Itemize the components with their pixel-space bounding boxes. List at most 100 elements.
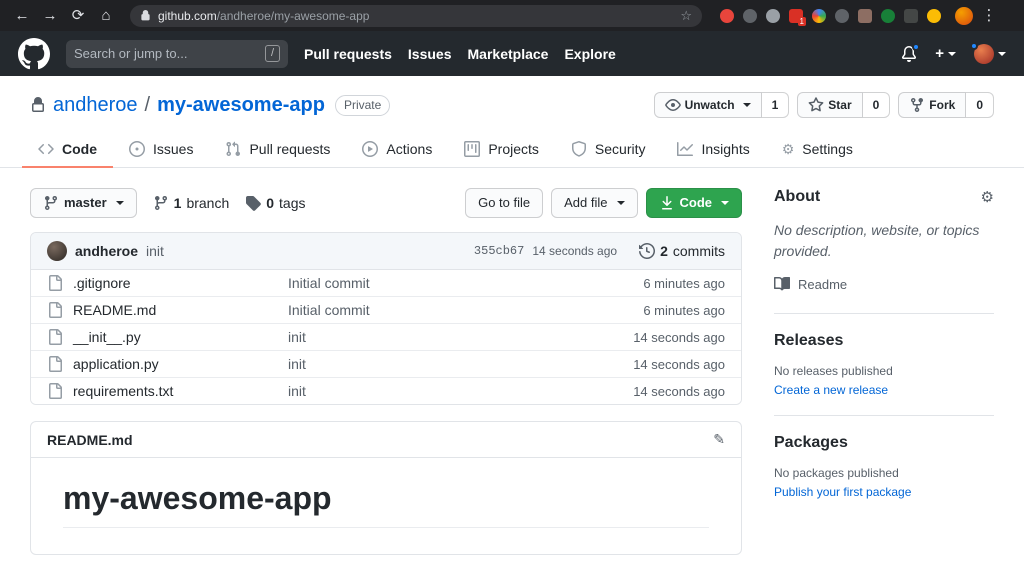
extensions-area: 1 — [720, 8, 941, 26]
code-download-button[interactable]: Code — [645, 188, 742, 218]
bookmark-star-icon[interactable]: ☆ — [680, 8, 692, 24]
file-commit-message[interactable]: init — [288, 329, 623, 345]
branch-selector-button[interactable]: master — [30, 188, 137, 218]
file-icon — [47, 329, 63, 345]
table-row[interactable]: __init__.py init 14 seconds ago — [31, 324, 741, 351]
home-icon[interactable]: ⌂ — [94, 4, 118, 28]
file-name-link[interactable]: .gitignore — [73, 275, 278, 291]
about-settings-gear-icon[interactable]: ⚙ — [981, 188, 994, 206]
branches-link[interactable]: 1 branch — [153, 195, 229, 211]
forward-icon[interactable]: → — [38, 4, 62, 28]
extension-icon[interactable] — [858, 8, 872, 23]
file-icon — [47, 383, 63, 399]
notifications-bell-icon[interactable] — [901, 42, 921, 62]
create-release-link[interactable]: Create a new release — [774, 383, 888, 397]
reload-icon[interactable]: ⟳ — [66, 4, 90, 28]
file-age: 14 seconds ago — [633, 383, 725, 399]
commit-sha-link[interactable]: 355cb67 — [474, 244, 524, 258]
extension-icon[interactable] — [743, 8, 757, 23]
readme-heading: my-awesome-app — [63, 480, 709, 528]
search-box[interactable]: / — [66, 39, 288, 68]
nav-issues[interactable]: Issues — [408, 46, 452, 62]
tab-security-label: Security — [594, 141, 646, 157]
back-icon[interactable]: ← — [10, 4, 34, 28]
code-button-label: Code — [679, 195, 713, 210]
table-row[interactable]: .gitignore Initial commit 6 minutes ago — [31, 270, 741, 297]
extension-icon[interactable] — [812, 8, 826, 23]
commits-history-link[interactable]: 2 commits — [639, 243, 725, 259]
go-to-file-button[interactable]: Go to file — [465, 188, 544, 218]
file-commit-message[interactable]: Initial commit — [288, 302, 633, 318]
latest-commit-bar: andheroe init 355cb67 14 seconds ago 2 c… — [31, 233, 741, 270]
extension-icon[interactable] — [766, 8, 780, 23]
repo-owner-link[interactable]: andheroe — [53, 94, 138, 117]
publish-package-link[interactable]: Publish your first package — [774, 485, 911, 499]
chevron-down-icon — [998, 51, 1006, 56]
github-header: / Pull requests Issues Marketplace Explo… — [0, 31, 1024, 76]
table-row[interactable]: requirements.txt init 14 seconds ago — [31, 378, 741, 404]
extension-icon[interactable] — [904, 8, 918, 23]
tab-code[interactable]: Code — [22, 132, 113, 168]
tab-pull-requests[interactable]: Pull requests — [209, 132, 346, 168]
repo-sidebar: About ⚙ No description, website, or topi… — [774, 188, 994, 579]
edit-pencil-icon[interactable]: ✎ — [713, 431, 725, 448]
commits-count: 2 — [660, 243, 668, 259]
extension-icon[interactable] — [881, 8, 895, 23]
nav-explore[interactable]: Explore — [564, 46, 615, 62]
file-name-link[interactable]: README.md — [73, 302, 278, 318]
private-lock-icon — [30, 97, 46, 113]
extension-icon[interactable] — [720, 8, 734, 23]
extension-icon[interactable] — [835, 8, 849, 23]
file-name-link[interactable]: requirements.txt — [73, 383, 278, 399]
readme-filename[interactable]: README.md — [47, 432, 133, 448]
header-right: + — [901, 41, 1006, 64]
tags-link[interactable]: 0 tags — [245, 195, 306, 211]
url-text: github.com/andheroe/my-awesome-app — [158, 9, 369, 23]
commit-author-avatar[interactable] — [47, 241, 67, 261]
search-input[interactable] — [74, 46, 265, 61]
tab-actions[interactable]: Actions — [346, 132, 448, 168]
user-menu[interactable] — [970, 41, 1006, 64]
file-name-link[interactable]: application.py — [73, 356, 278, 372]
table-row[interactable]: application.py init 14 seconds ago — [31, 351, 741, 378]
add-file-button[interactable]: Add file — [551, 188, 638, 218]
chevron-down-icon — [115, 201, 124, 205]
extension-icon[interactable] — [927, 8, 941, 23]
star-button[interactable]: Star — [797, 92, 863, 118]
file-name-link[interactable]: __init__.py — [73, 329, 278, 345]
table-row[interactable]: README.md Initial commit 6 minutes ago — [31, 297, 741, 324]
nav-marketplace[interactable]: Marketplace — [468, 46, 549, 62]
browser-profile-avatar[interactable] — [955, 6, 973, 25]
tab-issues[interactable]: Issues — [113, 132, 209, 168]
unwatch-button[interactable]: Unwatch — [653, 92, 762, 118]
commit-author-link[interactable]: andheroe — [75, 243, 138, 259]
github-logo[interactable] — [18, 37, 50, 70]
releases-section: Releases No releases published Create a … — [774, 332, 994, 416]
create-new-button[interactable]: + — [935, 45, 956, 62]
tab-actions-label: Actions — [386, 141, 433, 157]
browser-window: ← → ⟳ ⌂ github.com/andheroe/my-awesome-a… — [0, 0, 1024, 579]
address-bar[interactable]: github.com/andheroe/my-awesome-app ☆ — [130, 4, 702, 27]
chevron-down-icon — [616, 201, 625, 205]
tags-label: tags — [279, 195, 306, 211]
tab-settings-label: Settings — [802, 141, 853, 157]
tab-security[interactable]: Security — [555, 132, 662, 168]
extension-icon[interactable]: 1 — [789, 8, 806, 26]
tab-projects[interactable]: Projects — [448, 132, 555, 168]
watch-count[interactable]: 1 — [761, 92, 790, 118]
releases-title: Releases — [774, 332, 844, 349]
star-count[interactable]: 0 — [862, 92, 891, 118]
file-commit-message[interactable]: Initial commit — [288, 275, 633, 291]
file-age: 6 minutes ago — [643, 302, 725, 318]
fork-count[interactable]: 0 — [966, 92, 994, 118]
browser-menu-icon[interactable]: ⋮ — [977, 4, 1001, 28]
tab-settings[interactable]: ⚙ Settings — [766, 132, 869, 168]
commit-message-link[interactable]: init — [146, 243, 164, 259]
repo-name-link[interactable]: my-awesome-app — [157, 94, 325, 117]
file-commit-message[interactable]: init — [288, 356, 623, 372]
readme-anchor-link[interactable]: Readme — [774, 276, 847, 292]
nav-pull-requests[interactable]: Pull requests — [304, 46, 392, 62]
file-commit-message[interactable]: init — [288, 383, 623, 399]
tab-insights[interactable]: Insights — [661, 132, 765, 168]
fork-button[interactable]: Fork — [898, 92, 967, 118]
